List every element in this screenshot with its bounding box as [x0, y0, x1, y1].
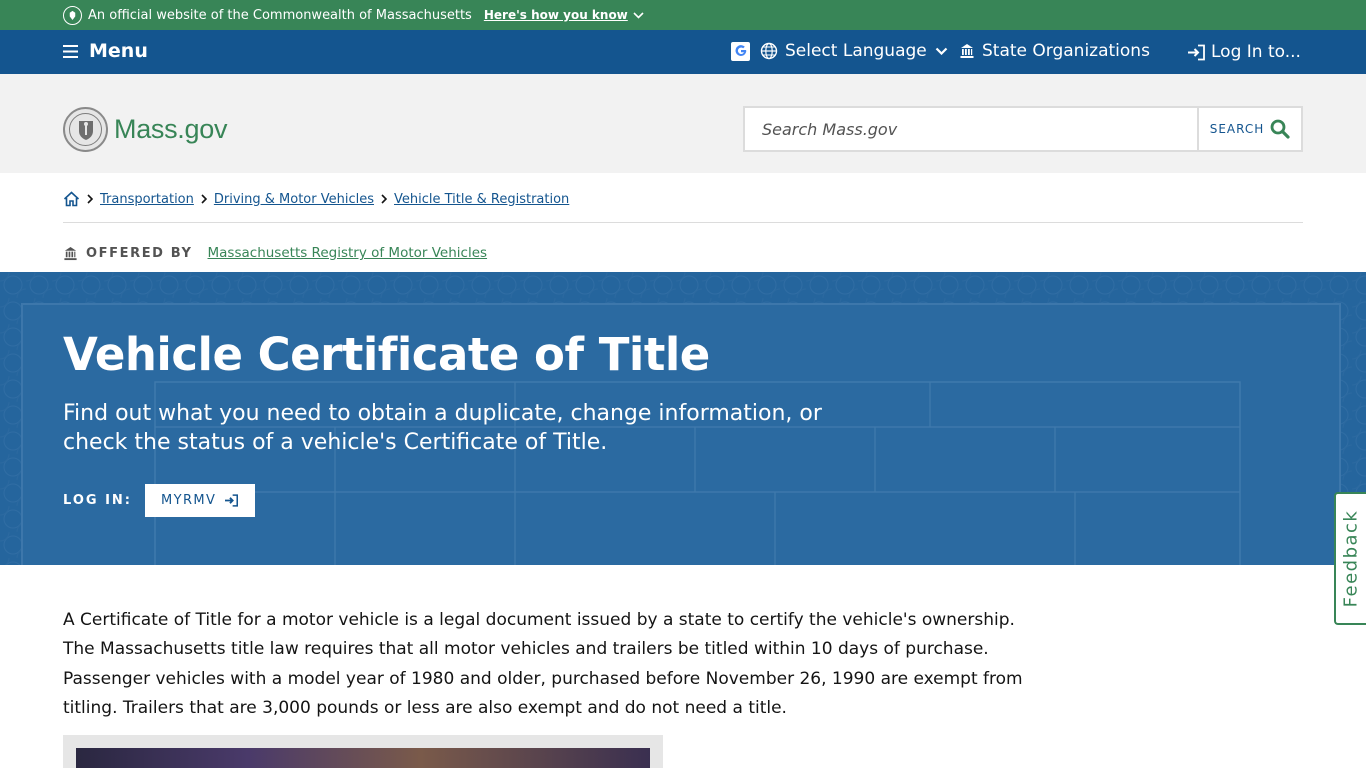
hero-login-row: LOG IN: MYRMV: [63, 484, 256, 517]
menu-button[interactable]: Menu: [63, 40, 148, 62]
state-organizations-label: State Organizations: [982, 41, 1150, 61]
video-container: [63, 735, 663, 768]
breadcrumb: Transportation Driving & Motor Vehicles …: [63, 191, 569, 207]
google-translate-icon: [731, 41, 750, 61]
login-label: Log In to...: [1211, 42, 1301, 62]
myrmv-label: MYRMV: [160, 493, 217, 508]
search-button[interactable]: SEARCH: [1197, 108, 1301, 150]
login-icon: [1188, 44, 1205, 60]
official-banner: An official website of the Commonwealth …: [0, 0, 1366, 30]
intro-paragraph: A Certificate of Title for a motor vehic…: [63, 610, 1023, 718]
official-banner-text: An official website of the Commonwealth …: [88, 7, 472, 23]
breadcrumb-transportation[interactable]: Transportation: [100, 192, 194, 207]
breadcrumb-driving[interactable]: Driving & Motor Vehicles: [214, 192, 374, 207]
logo-wordmark: Mass.gov: [114, 114, 228, 144]
globe-icon: [760, 42, 778, 60]
chevron-right-icon: [87, 194, 93, 204]
utility-nav: Menu Select Language State Organizations…: [0, 30, 1366, 74]
search-button-label: SEARCH: [1209, 122, 1265, 136]
search-input[interactable]: [745, 108, 1197, 150]
search-icon: [1270, 119, 1290, 139]
login-button[interactable]: Log In to...: [1187, 42, 1301, 62]
page-title: Vehicle Certificate of Title: [63, 328, 710, 381]
search-bar: SEARCH: [743, 106, 1303, 152]
chevron-down-icon: [633, 11, 644, 19]
myrmv-login-button[interactable]: MYRMV: [144, 484, 256, 517]
hamburger-icon: [63, 44, 78, 58]
how-you-know-link[interactable]: Here's how you know: [484, 8, 644, 22]
feedback-label: Feedback: [1340, 509, 1362, 608]
home-icon[interactable]: [63, 191, 80, 207]
video-thumbnail[interactable]: [76, 748, 650, 768]
divider: [63, 222, 1303, 223]
breadcrumb-title-registration[interactable]: Vehicle Title & Registration: [394, 192, 569, 207]
login-icon: [225, 494, 239, 507]
offered-by-label: OFFERED BY: [86, 245, 193, 261]
offered-by-org-link[interactable]: Massachusetts Registry of Motor Vehicles: [208, 245, 488, 261]
page-subtitle: Find out what you need to obtain a dupli…: [63, 401, 822, 455]
state-seal-icon: [63, 5, 82, 25]
chevron-down-icon: [935, 47, 948, 55]
site-header: Mass.gov SEARCH: [0, 74, 1366, 173]
chevron-right-icon: [201, 194, 207, 204]
page-banner: Vehicle Certificate of Title Find out wh…: [0, 272, 1366, 565]
building-icon: [960, 44, 974, 58]
select-language-label: Select Language: [785, 41, 927, 61]
mass-gov-logo[interactable]: Mass.gov: [63, 107, 227, 152]
hero-login-label: LOG IN:: [63, 493, 132, 508]
feedback-tab[interactable]: Feedback: [1334, 492, 1366, 625]
state-organizations-button[interactable]: State Organizations: [959, 41, 1150, 61]
chevron-right-icon: [381, 194, 388, 204]
how-you-know-label: Here's how you know: [483, 8, 628, 22]
offered-by: OFFERED BY Massachusetts Registry of Mot…: [63, 245, 487, 261]
building-icon: [64, 246, 77, 260]
commonwealth-seal-icon: [63, 107, 108, 152]
menu-label: Menu: [89, 40, 148, 62]
select-language-button[interactable]: Select Language: [731, 41, 948, 61]
